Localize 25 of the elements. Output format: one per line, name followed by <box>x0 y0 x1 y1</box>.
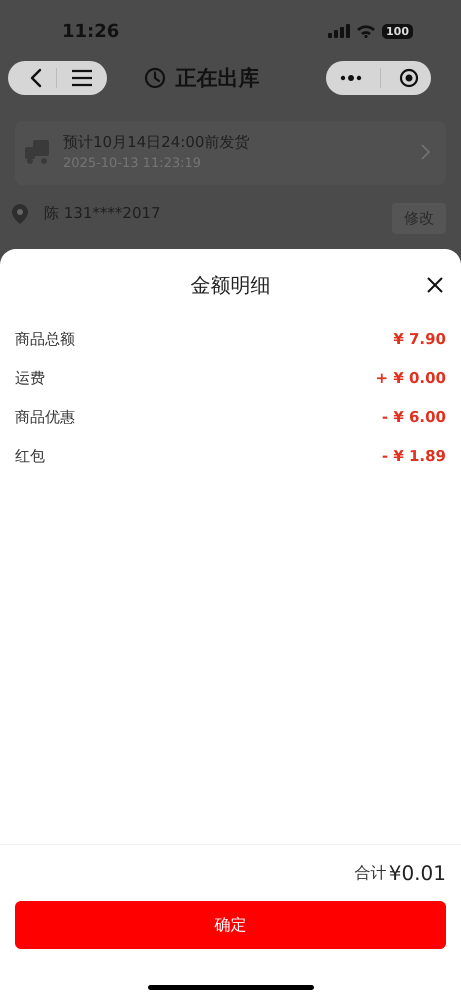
fee-amount: - ¥ 1.89 <box>382 447 446 465</box>
fee-label: 商品优惠 <box>15 408 75 426</box>
battery-indicator: 100 <box>382 24 413 38</box>
page-title: 正在出库 <box>176 65 260 92</box>
fee-label: 商品总额 <box>15 330 75 348</box>
close-miniprogram-icon[interactable] <box>399 68 419 88</box>
fee-label: 红包 <box>15 446 45 466</box>
sheet-title: 金额明细 <box>190 272 270 298</box>
fee-amount: + ¥ 0.00 <box>376 369 446 387</box>
total-amount: ¥0.01 <box>388 861 446 885</box>
confirm-button[interactable]: 确定 <box>15 901 446 949</box>
fee-amount: ¥ 7.90 <box>393 330 446 348</box>
fee-label: 运费 <box>15 368 45 388</box>
chevron-right-icon <box>421 144 430 160</box>
back-icon[interactable] <box>30 68 42 88</box>
more-icon[interactable] <box>340 74 362 82</box>
close-icon[interactable] <box>426 276 444 294</box>
menu-icon[interactable] <box>71 69 93 87</box>
location-pin-icon <box>10 202 30 224</box>
status-time: 11:26 <box>62 20 120 42</box>
signal-icon <box>328 24 350 38</box>
total-label: 合计 <box>354 862 387 884</box>
fee-amount: - ¥ 6.00 <box>382 408 446 426</box>
clock-icon <box>144 67 166 89</box>
wifi-icon <box>356 24 376 38</box>
